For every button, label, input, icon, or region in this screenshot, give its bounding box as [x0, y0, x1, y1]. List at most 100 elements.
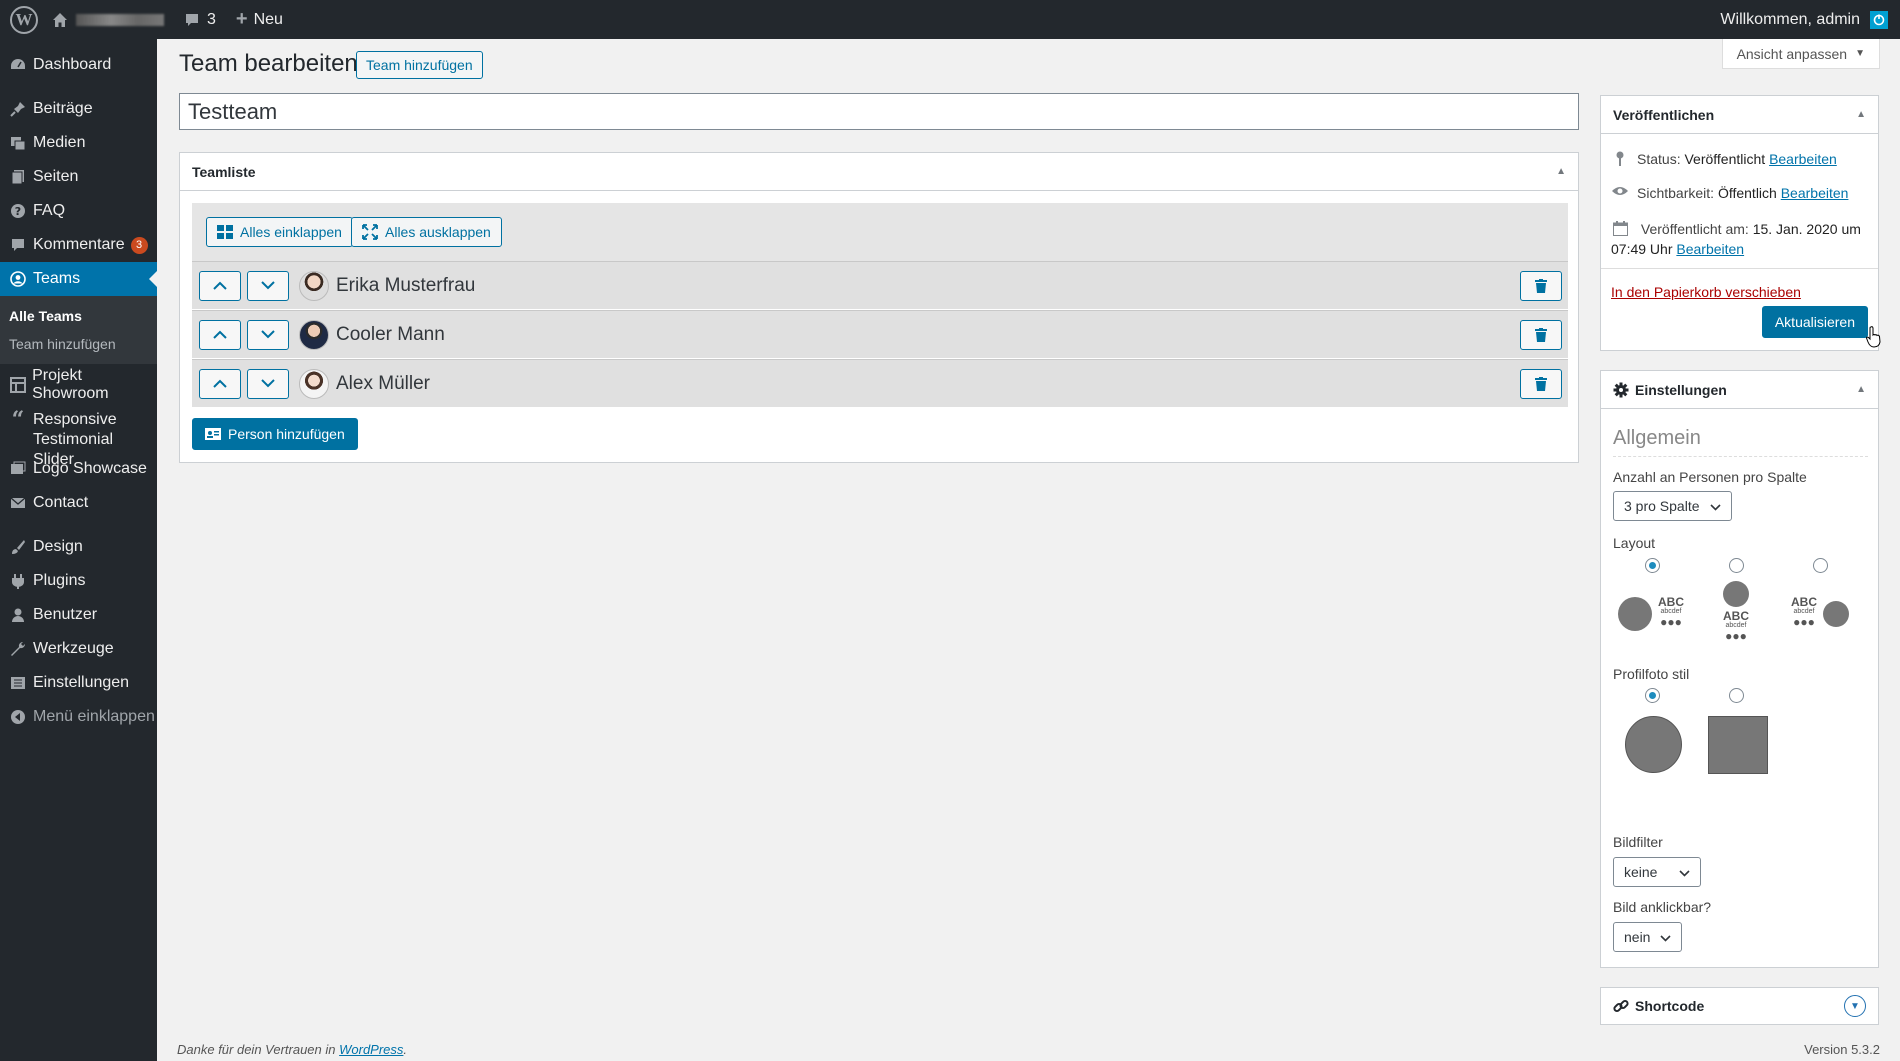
- chevron-down-icon: [261, 330, 275, 339]
- layout-abc: ABC: [1723, 609, 1749, 623]
- sidebar-item-label: Projekt Showroom: [32, 367, 109, 402]
- post-title-input[interactable]: Testteam: [179, 93, 1579, 130]
- sidebar-collapse-menu[interactable]: Menü einklappen: [0, 700, 157, 734]
- comment-icon: [184, 12, 200, 28]
- sidebar-item-posts[interactable]: Beiträge: [0, 92, 157, 126]
- add-person-button[interactable]: Person hinzufügen: [192, 418, 358, 450]
- sidebar-item-design[interactable]: Design: [0, 530, 157, 564]
- new-content-menu[interactable]: + Neu: [226, 0, 293, 39]
- wordpress-link[interactable]: WordPress: [339, 1042, 403, 1057]
- comments-badge: 3: [130, 236, 148, 254]
- move-up-button[interactable]: [199, 270, 241, 301]
- gear-icon: [1613, 382, 1629, 398]
- image-filter-label: Bildfilter: [1613, 834, 1663, 850]
- per-column-select[interactable]: 3 pro Spalte: [1613, 491, 1732, 521]
- layout-radio-image-right[interactable]: [1813, 558, 1828, 573]
- teamliste-header[interactable]: Teamliste ▲: [180, 153, 1578, 191]
- sidebar-item-faq[interactable]: ? FAQ: [0, 194, 157, 228]
- publish-header[interactable]: Veröffentlichen ▲: [1601, 96, 1878, 134]
- sidebar-item-pages[interactable]: Seiten: [0, 160, 157, 194]
- layout-radio-image-left[interactable]: [1645, 558, 1660, 573]
- brush-icon: [8, 537, 28, 557]
- move-up-button[interactable]: [199, 319, 241, 350]
- collapse-icon: [8, 707, 28, 727]
- layout-preview-photo: [1618, 597, 1652, 631]
- sidebar-item-plugins[interactable]: Plugins: [0, 564, 157, 598]
- teams-submenu: Alle Teams Team hinzufügen: [0, 296, 157, 364]
- image-filter-select[interactable]: keine: [1613, 857, 1701, 887]
- collapse-all-button[interactable]: Alles einklappen: [206, 217, 353, 247]
- update-button[interactable]: Aktualisieren: [1761, 306, 1868, 338]
- move-down-button[interactable]: [247, 319, 289, 350]
- comments-menu[interactable]: 3: [174, 0, 226, 39]
- sidebar-item-testimonial-slider[interactable]: “ Responsive Testimonial Slider: [0, 402, 157, 468]
- edit-status-link[interactable]: Bearbeiten: [1769, 151, 1837, 167]
- divider: [1601, 268, 1878, 269]
- expand-toggle-icon[interactable]: ▼: [1844, 995, 1866, 1017]
- collapse-arrow-icon[interactable]: ▲: [1556, 166, 1566, 177]
- team-member-row: Alex Müller: [192, 359, 1568, 407]
- sidebar-item-users[interactable]: Benutzer: [0, 598, 157, 632]
- edit-visibility-link[interactable]: Bearbeiten: [1781, 185, 1849, 201]
- chevron-up-icon: [213, 379, 227, 388]
- person-name[interactable]: Alex Müller: [336, 373, 430, 395]
- add-person-label: Person hinzufügen: [228, 426, 345, 442]
- wp-logo-menu[interactable]: W: [0, 0, 48, 39]
- delete-person-button[interactable]: [1520, 270, 1562, 301]
- sidebar-item-label: Seiten: [33, 168, 79, 185]
- shortcode-header[interactable]: Shortcode ▼: [1601, 988, 1878, 1024]
- status-row: Status: Veröffentlicht Bearbeiten: [1611, 151, 1837, 167]
- photo-style-radio-square[interactable]: [1729, 688, 1744, 703]
- move-down-button[interactable]: [247, 270, 289, 301]
- person-name[interactable]: Erika Musterfrau: [336, 275, 475, 297]
- sidebar-item-dashboard[interactable]: Dashboard: [0, 48, 157, 82]
- person-avatar: [299, 368, 329, 399]
- images-icon: [8, 459, 28, 479]
- sidebar-item-project-showroom[interactable]: Projekt Showroom: [0, 367, 157, 402]
- published-value: 15. Jan. 2020 um: [1752, 221, 1861, 237]
- site-name-menu[interactable]: [48, 0, 174, 39]
- image-clickable-select[interactable]: nein: [1613, 922, 1683, 952]
- submenu-all-teams[interactable]: Alle Teams: [0, 302, 157, 330]
- layout-dots: ●●●: [1793, 615, 1815, 629]
- sidebar-item-label: Design: [33, 538, 83, 555]
- sidebar-item-logo-showcase[interactable]: Logo Showcase: [0, 452, 157, 486]
- submenu-add-team[interactable]: Team hinzufügen: [0, 330, 157, 358]
- delete-person-button[interactable]: [1520, 368, 1562, 399]
- expand-all-label: Alles ausklappen: [385, 224, 491, 240]
- sidebar-item-media[interactable]: Medien: [0, 126, 157, 160]
- move-up-button[interactable]: [199, 368, 241, 399]
- footer-thanks-suffix: .: [403, 1042, 408, 1057]
- chevron-down-icon: [1660, 929, 1672, 945]
- greeting: Willkommen, admin: [1720, 10, 1860, 28]
- my-account-menu[interactable]: Willkommen, admin: [1710, 0, 1900, 39]
- move-down-button[interactable]: [247, 368, 289, 399]
- move-to-trash-link[interactable]: In den Papierkorb verschieben: [1611, 284, 1801, 300]
- sidebar-item-settings[interactable]: Einstellungen: [0, 666, 157, 700]
- sidebar-item-label: Teams: [33, 270, 81, 287]
- add-team-button[interactable]: Team hinzufügen: [356, 51, 483, 79]
- sidebar-item-tools[interactable]: Werkzeuge: [0, 632, 157, 666]
- collapse-arrow-icon[interactable]: ▲: [1856, 109, 1866, 120]
- sidebar-item-contact[interactable]: Contact: [0, 486, 157, 520]
- expand-all-button[interactable]: Alles ausklappen: [351, 217, 502, 247]
- team-icon: [8, 269, 28, 289]
- screen-options-button[interactable]: Ansicht anpassen ▼: [1721, 39, 1880, 69]
- visibility-label: Sichtbarkeit:: [1637, 185, 1715, 201]
- layout-radio-image-top[interactable]: [1729, 558, 1744, 573]
- sidebar-item-comments[interactable]: Kommentare 3: [0, 228, 157, 262]
- sidebar-item-label: Kommentare: [33, 236, 125, 253]
- person-name[interactable]: Cooler Mann: [336, 324, 445, 346]
- delete-person-button[interactable]: [1520, 319, 1562, 350]
- publish-box: Veröffentlichen ▲ Status: Veröffentlicht…: [1600, 95, 1881, 351]
- collapse-arrow-icon[interactable]: ▲: [1856, 384, 1866, 395]
- comment-icon: [8, 235, 28, 255]
- photo-style-radio-round[interactable]: [1645, 688, 1660, 703]
- sidebar-item-teams[interactable]: Teams: [0, 262, 157, 296]
- edit-date-link[interactable]: Bearbeiten: [1676, 241, 1744, 257]
- teamliste-title: Teamliste: [192, 163, 256, 180]
- collapse-all-icon: [217, 225, 233, 239]
- layout-abc: ABC: [1658, 595, 1684, 609]
- settings-header[interactable]: Einstellungen ▲: [1601, 371, 1878, 409]
- plugin-icon: [8, 571, 28, 591]
